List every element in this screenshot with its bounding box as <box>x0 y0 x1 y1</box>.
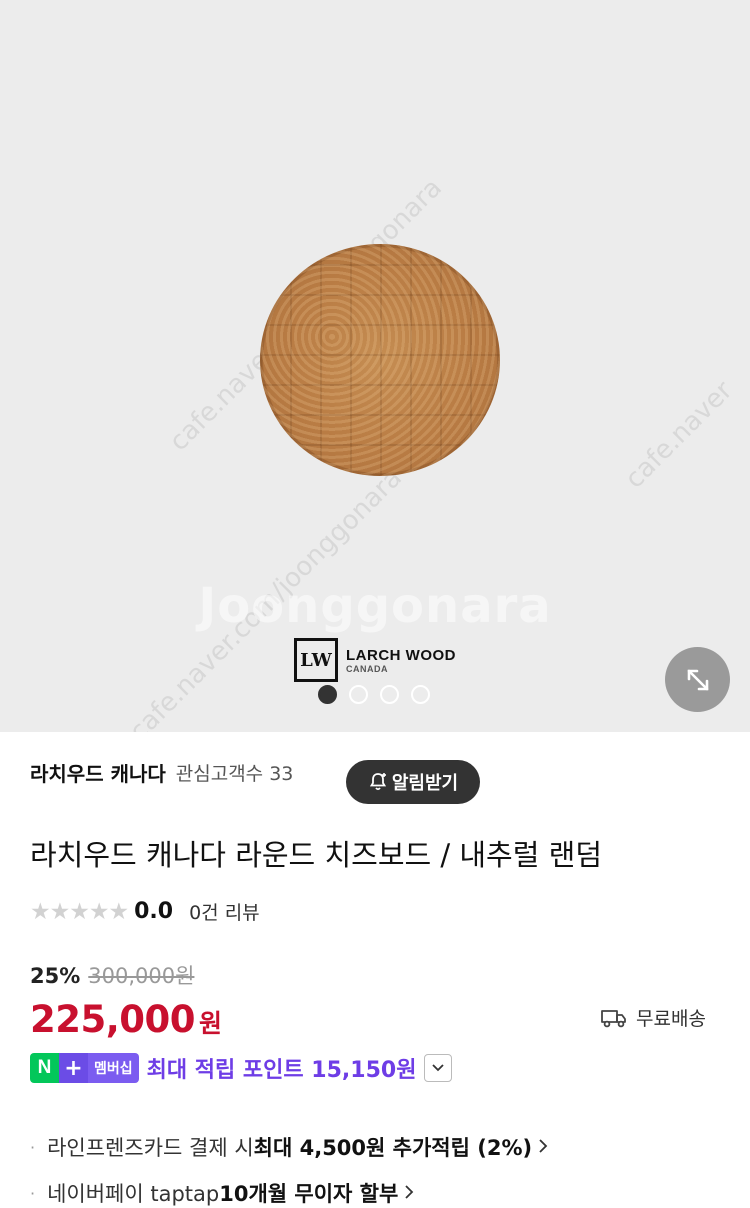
discount-row: 25% 300,000원 <box>30 960 194 990</box>
shipping-label: 무료배송 <box>636 1008 706 1030</box>
chevron-right-icon <box>538 1135 548 1159</box>
alert-subscribe-button[interactable]: 알림받기 <box>346 760 480 804</box>
product-image-gallery[interactable]: cafe.naver.com/joonggonara cafe.naver.co… <box>0 0 750 732</box>
carousel-dot[interactable] <box>380 685 399 704</box>
benefit-item[interactable]: · 네이버페이 taptap 10개월 무이자 할부 <box>30 1170 548 1208</box>
expand-icon <box>687 669 708 690</box>
brand-logo: LW LARCH WOOD CANADA <box>294 638 456 682</box>
plus-icon: + <box>59 1053 88 1083</box>
store-row: 라치우드 캐나다 관심고객수 33 <box>30 758 293 787</box>
benefit-text: 라인프렌즈카드 결제 시 <box>47 1136 254 1160</box>
points-row: N + 멤버십 최대 적립 포인트 15,150원 <box>30 1052 453 1084</box>
review-count-link[interactable]: 0건 리뷰 <box>189 898 260 925</box>
carousel-indicator <box>318 685 430 704</box>
watermark-diagonal: cafe.naver <box>619 375 739 495</box>
benefits-list: · 라인프렌즈카드 결제 시 최대 4,500원 추가적립 (2%) · 네이버… <box>30 1124 548 1208</box>
watermark-text: Joonggonara <box>198 578 552 634</box>
sale-price: 225,000 <box>30 998 196 1041</box>
benefit-item[interactable]: · 라인프렌즈카드 결제 시 최대 4,500원 추가적립 (2%) <box>30 1124 548 1170</box>
expand-button[interactable] <box>665 647 730 712</box>
benefit-highlight: 10개월 무이자 할부 <box>219 1182 399 1206</box>
membership-label: 멤버십 <box>88 1053 139 1083</box>
shipping-info: 무료배송 <box>600 1004 706 1031</box>
alert-subscribe-label: 알림받기 <box>391 773 459 794</box>
rating-row: ★★★★★ 0.0 0건 리뷰 <box>30 898 260 925</box>
carousel-dot[interactable] <box>411 685 430 704</box>
benefit-highlight: 최대 4,500원 추가적립 (2%) <box>253 1136 533 1160</box>
naver-n-logo: N <box>30 1053 59 1083</box>
carousel-dot[interactable] <box>349 685 368 704</box>
product-image-cheese-board <box>260 244 500 476</box>
bullet-icon: · <box>30 1137 36 1157</box>
logo-line2: CANADA <box>346 663 388 674</box>
carousel-dot[interactable] <box>318 685 337 704</box>
truck-icon <box>601 1009 626 1027</box>
bell-plus-icon <box>369 773 386 791</box>
star-rating-icon: ★★★★★ <box>30 898 129 925</box>
chevron-down-icon <box>432 1064 445 1072</box>
store-name[interactable]: 라치우드 캐나다 <box>30 758 166 787</box>
rating-score: 0.0 <box>134 899 174 924</box>
max-points-text: 최대 적립 포인트 15,150원 <box>146 1058 417 1083</box>
price-row: 225,000 원 <box>30 998 222 1041</box>
original-price: 300,000원 <box>88 964 195 988</box>
naver-plus-membership-badge: N + 멤버십 <box>30 1053 139 1083</box>
benefit-text: 네이버페이 taptap <box>47 1182 220 1206</box>
points-expand-button[interactable] <box>424 1054 453 1082</box>
price-unit: 원 <box>199 1009 223 1038</box>
chevron-right-icon <box>404 1181 414 1205</box>
logo-mark: LW <box>294 638 338 682</box>
discount-rate: 25% <box>30 964 81 988</box>
follower-count: 관심고객수 33 <box>175 763 294 785</box>
bullet-icon: · <box>30 1183 36 1203</box>
product-title: 라치우드 캐나다 라운드 치즈보드 / 내추럴 랜덤 <box>30 838 603 872</box>
logo-line1: LARCH WOOD <box>346 646 456 664</box>
